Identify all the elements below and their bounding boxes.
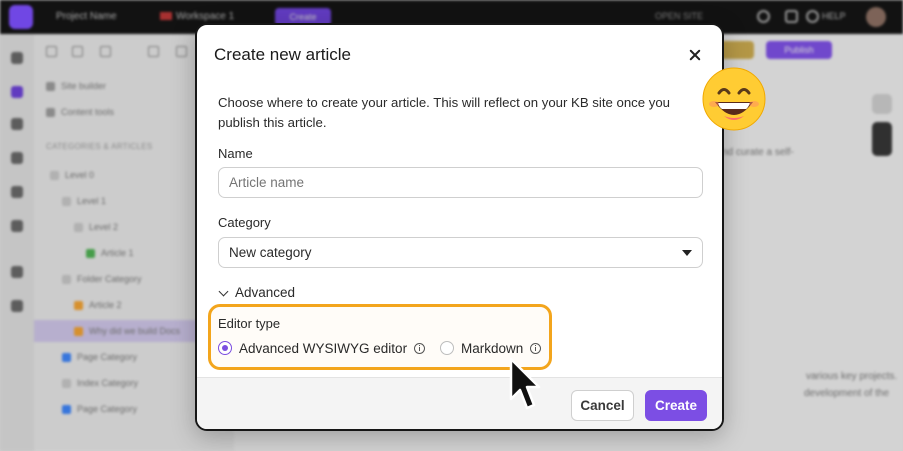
create-article-dialog: Create new article Choose where to creat… xyxy=(195,23,724,431)
grinning-emoji-icon xyxy=(702,67,766,131)
wysiwyg-label: Advanced WYSIWYG editor xyxy=(239,340,408,356)
dialog-title: Create new article xyxy=(214,45,352,64)
advanced-label: Advanced xyxy=(235,285,296,300)
editor-option-wysiwyg[interactable]: Advanced WYSIWYG editor xyxy=(218,339,426,357)
category-selected-value: New category xyxy=(229,245,312,260)
chevron-down-icon xyxy=(218,286,229,297)
dialog-footer: Cancel Create xyxy=(197,377,722,429)
close-icon[interactable] xyxy=(686,46,704,64)
markdown-radio[interactable] xyxy=(440,341,454,355)
article-name-input[interactable] xyxy=(218,167,703,198)
editor-type-label: Editor type xyxy=(218,316,281,331)
info-icon[interactable] xyxy=(414,342,426,354)
wysiwyg-radio[interactable] xyxy=(218,341,232,355)
category-label: Category xyxy=(218,215,271,230)
cancel-button[interactable]: Cancel xyxy=(571,390,634,421)
advanced-toggle[interactable]: Advanced xyxy=(218,285,295,300)
markdown-label: Markdown xyxy=(461,340,524,356)
create-button[interactable]: Create xyxy=(645,390,707,421)
category-select[interactable]: New category xyxy=(218,237,703,268)
name-label: Name xyxy=(218,146,253,161)
editor-option-markdown[interactable]: Markdown xyxy=(440,339,542,357)
info-icon[interactable] xyxy=(530,342,542,354)
editor-type-highlight xyxy=(208,304,552,370)
dialog-description: Choose where to create your article. Thi… xyxy=(218,95,671,130)
chevron-down-icon xyxy=(682,250,692,256)
mouse-pointer-icon xyxy=(509,357,541,410)
